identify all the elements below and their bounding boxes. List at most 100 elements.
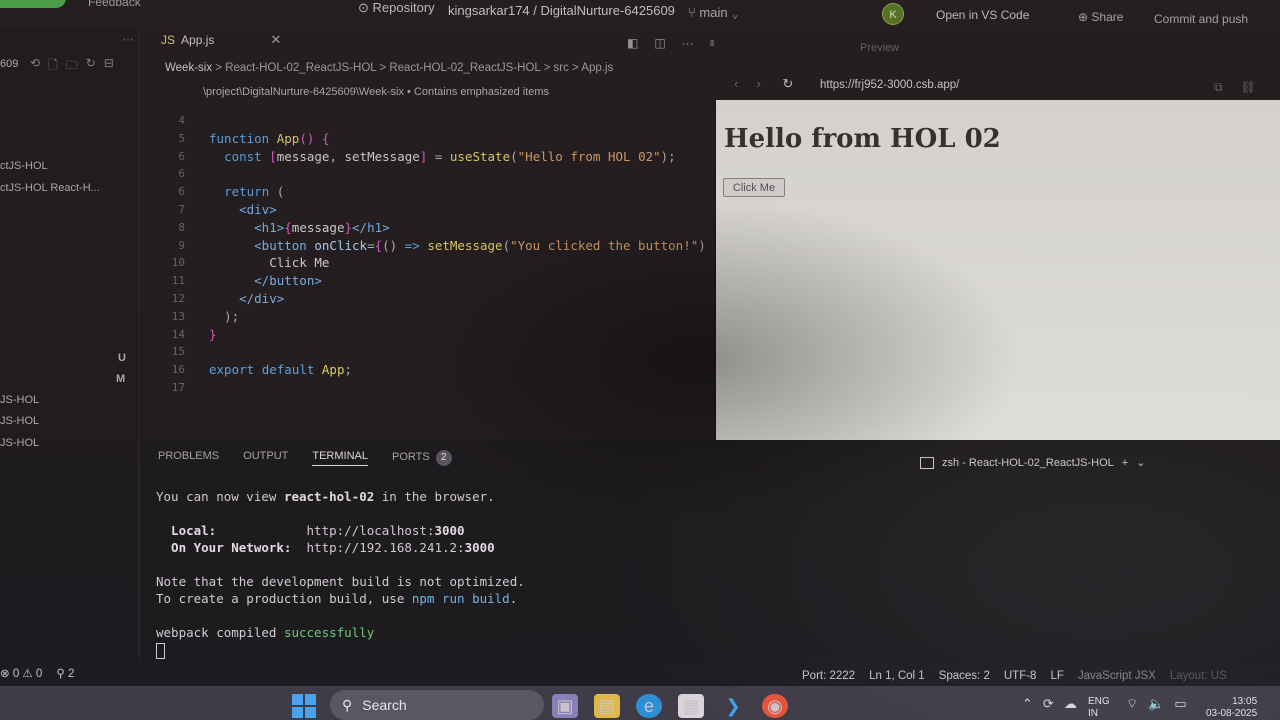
problems-status[interactable]: ⊗ 0 ⚠ 0 bbox=[0, 666, 42, 680]
tab-app-js[interactable]: JS App.js ✕ bbox=[161, 30, 281, 50]
refresh-icon[interactable]: ↻ bbox=[86, 56, 96, 77]
preview-url-input[interactable]: https://frj952-3000.csb.app/ bbox=[820, 79, 959, 91]
code-line[interactable]: 12 </div> bbox=[141, 290, 714, 308]
sync-icon[interactable]: ⟳ bbox=[1043, 696, 1054, 712]
new-file-icon[interactable]: 🗋 bbox=[48, 56, 58, 77]
code-line[interactable]: 13 ); bbox=[141, 308, 714, 326]
taskbar-search[interactable]: ⚲ Search bbox=[330, 690, 544, 720]
line-ending[interactable]: LF bbox=[1050, 670, 1063, 682]
terminal-title[interactable]: zsh - React-HOL-02_ReactJS-HOL + ⌄ bbox=[920, 456, 1145, 469]
folder-name[interactable]: 609 bbox=[0, 58, 18, 70]
port-status[interactable]: Port: 2222 bbox=[802, 670, 855, 682]
clock[interactable]: 13:05 03-08-2025 bbox=[1206, 696, 1257, 720]
edge-icon[interactable]: e bbox=[636, 694, 662, 718]
volume-icon[interactable]: 🔈 bbox=[1148, 696, 1164, 712]
preview-nav: ‹ › ↻ bbox=[734, 76, 793, 92]
more-actions-icon[interactable]: ··· bbox=[122, 32, 134, 46]
preview-pane: Hello from HOL 02 Click Me bbox=[716, 100, 1280, 446]
share-button[interactable]: ⊕ Share bbox=[1078, 10, 1123, 24]
lang-bottom: IN bbox=[1088, 708, 1098, 719]
open-in-vscode-button[interactable]: Open in VS Code bbox=[936, 8, 1029, 22]
back-icon[interactable]: ‹ bbox=[734, 76, 738, 91]
tab-problems[interactable]: PROBLEMS bbox=[158, 450, 219, 466]
line-number: 6 bbox=[178, 167, 185, 181]
chrome-icon[interactable]: ◉ bbox=[762, 694, 788, 718]
code-line[interactable]: 11 </button> bbox=[141, 272, 714, 290]
tab-terminal[interactable]: TERMINAL bbox=[312, 450, 368, 466]
cursor-position[interactable]: Ln 1, Col 1 bbox=[869, 670, 925, 682]
keyboard-layout[interactable]: Layout: US bbox=[1170, 670, 1227, 682]
editor-tab-bar: JS App.js ✕ ◧ ◫ ··· ≡ bbox=[141, 28, 717, 52]
explorer-toolbar: ⟲ 🗋 🗀 ↻ ⊟ bbox=[30, 56, 114, 77]
explorer-item[interactable]: ctJS-HOL bbox=[0, 160, 48, 172]
avatar[interactable]: K bbox=[882, 3, 904, 25]
chevron-up-icon[interactable]: ⌃ bbox=[1022, 696, 1033, 712]
click-me-button[interactable]: Click Me bbox=[723, 178, 785, 197]
add-terminal-icon[interactable]: + bbox=[1122, 457, 1128, 469]
forward-icon[interactable]: › bbox=[756, 76, 760, 91]
collapse-icon[interactable]: ⊟ bbox=[104, 56, 114, 77]
open-external-icon[interactable]: ⧉ bbox=[1214, 80, 1223, 95]
status-bar: ⊗ 0 ⚠ 0 ⚲ 2 Port: 2222 Ln 1, Col 1 Space… bbox=[0, 662, 1280, 686]
code-line[interactable]: 9 <button onClick={() => setMessage("You… bbox=[141, 237, 714, 255]
explorer-item[interactable]: JS-HOL bbox=[0, 415, 39, 427]
new-folder-icon[interactable]: 🗀 bbox=[66, 56, 78, 77]
link-icon[interactable]: ⛓ bbox=[1241, 80, 1256, 95]
breadcrumb-first[interactable]: Week-six bbox=[165, 62, 212, 74]
wifi-icon[interactable]: ⌔ bbox=[1126, 696, 1138, 712]
explorer-item[interactable]: ctJS-HOL React-H... bbox=[0, 182, 100, 194]
search-label: Search bbox=[362, 697, 407, 713]
windows-start-icon[interactable] bbox=[292, 694, 316, 718]
branch-selector[interactable]: ⑂ main ⌄ bbox=[688, 5, 739, 20]
ports-status[interactable]: ⚲ 2 bbox=[56, 666, 74, 680]
tab-output[interactable]: OUTPUT bbox=[243, 450, 288, 466]
more-icon[interactable]: ··· bbox=[682, 36, 694, 50]
code-lines[interactable]: 4 5 function App() {6 const [message, setM… bbox=[141, 112, 714, 397]
code-line[interactable]: 6 const [message, setMessage] = useState… bbox=[141, 148, 714, 166]
store-icon[interactable]: ▦ bbox=[678, 694, 704, 718]
explorer-item[interactable]: JS-HOL bbox=[0, 437, 39, 449]
code-line[interactable]: 6 return ( bbox=[141, 183, 714, 201]
encoding[interactable]: UTF-8 bbox=[1004, 670, 1037, 682]
code-line[interactable]: 7 <div> bbox=[141, 201, 714, 219]
split-editor-icon[interactable]: ◫ bbox=[654, 36, 665, 50]
status-pill[interactable] bbox=[0, 0, 66, 8]
search-icon: ⚲ bbox=[342, 696, 353, 713]
code-line[interactable]: 4 bbox=[141, 112, 714, 130]
sync-icon[interactable]: ⟲ bbox=[30, 56, 40, 77]
repo-path[interactable]: kingsarkar174 / DigitalNurture-6425609 bbox=[448, 3, 675, 18]
toggle-panel-icon[interactable]: ◧ bbox=[627, 36, 638, 50]
explorer-item[interactable]: JS-HOL bbox=[0, 394, 39, 406]
term-network-label: On Your Network: bbox=[156, 540, 292, 555]
battery-icon[interactable]: ▭ bbox=[1174, 696, 1186, 712]
task-view-icon[interactable]: ▣ bbox=[552, 694, 578, 718]
language-indicator[interactable]: ENG IN bbox=[1088, 696, 1110, 720]
line-number: 6 bbox=[178, 149, 185, 163]
language-mode[interactable]: JavaScript JSX bbox=[1078, 670, 1156, 682]
term-local-url: http://localhost: bbox=[306, 523, 435, 538]
feedback-link[interactable]: Feedback bbox=[88, 0, 141, 9]
cloud-icon[interactable]: ☁ bbox=[1064, 696, 1077, 712]
preview-heading: Hello from HOL 02 bbox=[724, 124, 1001, 154]
code-line[interactable]: 5 function App() { bbox=[141, 130, 714, 148]
vscode-icon[interactable]: ❯ bbox=[720, 694, 746, 718]
repository-link[interactable]: ⊙ Repository bbox=[358, 0, 435, 16]
code-line[interactable]: 10 Click Me bbox=[141, 254, 714, 272]
terminal-output[interactable]: You can now view react-hol-02 in the bro… bbox=[156, 488, 525, 659]
term-network-port: 3000 bbox=[464, 540, 495, 555]
code-line[interactable]: 15 bbox=[141, 343, 714, 361]
code-line[interactable]: 8 <h1>{message}</h1> bbox=[141, 219, 714, 237]
code-line[interactable]: 16 export default App; bbox=[141, 361, 714, 379]
indentation[interactable]: Spaces: 2 bbox=[939, 670, 990, 682]
close-icon[interactable]: ✕ bbox=[270, 32, 281, 48]
file-explorer-icon[interactable]: ▤ bbox=[594, 694, 620, 718]
commit-push-button[interactable]: Commit and push bbox=[1154, 12, 1248, 26]
breadcrumb-rest[interactable]: > React-HOL-02_ReactJS-HOL > React-HOL-0… bbox=[215, 62, 613, 74]
chevron-down-icon[interactable]: ⌄ bbox=[1136, 456, 1145, 469]
code-line[interactable]: 14} bbox=[141, 326, 714, 344]
windows-taskbar: ⚲ Search ▣ ▤ e ▦ ❯ ◉ ⌃ ⟳ ☁ ENG IN ⌔ 🔈 ▭ … bbox=[0, 686, 1280, 720]
code-line[interactable]: 17 bbox=[141, 379, 714, 397]
tab-ports[interactable]: PORTS 2 bbox=[392, 450, 452, 466]
code-line[interactable]: 6 bbox=[141, 165, 714, 183]
reload-icon[interactable]: ↻ bbox=[782, 76, 793, 91]
